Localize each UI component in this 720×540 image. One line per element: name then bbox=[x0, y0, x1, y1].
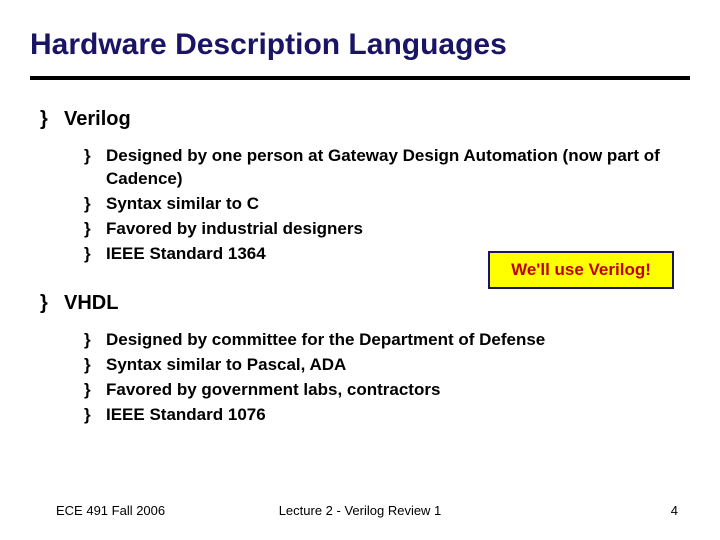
list-item: } Favored by government labs, contractor… bbox=[84, 379, 690, 402]
list-item: } IEEE Standard 1076 bbox=[84, 404, 690, 427]
list-item: } Syntax similar to C bbox=[84, 193, 690, 216]
item-text: Syntax similar to C bbox=[106, 193, 690, 216]
bullet-icon: } bbox=[84, 379, 106, 402]
section-heading-text: VHDL bbox=[64, 292, 118, 315]
item-text: IEEE Standard 1076 bbox=[106, 404, 690, 427]
slide: Hardware Description Languages } Verilog… bbox=[0, 0, 720, 540]
footer-center: Lecture 2 - Verilog Review 1 bbox=[279, 503, 442, 518]
list-item: } Designed by committee for the Departme… bbox=[84, 329, 690, 352]
bullet-icon: } bbox=[84, 193, 106, 216]
callout-text: We'll use Verilog! bbox=[511, 260, 651, 280]
bullet-icon: } bbox=[84, 243, 106, 266]
bullet-icon: } bbox=[84, 145, 106, 168]
bullet-icon: } bbox=[40, 108, 64, 131]
item-text: Designed by committee for the Department… bbox=[106, 329, 690, 352]
bullet-icon: } bbox=[84, 354, 106, 377]
section-heading: } VHDL bbox=[40, 292, 690, 315]
item-text: Designed by one person at Gateway Design… bbox=[106, 145, 690, 191]
item-text: Syntax similar to Pascal, ADA bbox=[106, 354, 690, 377]
slide-title: Hardware Description Languages bbox=[30, 28, 690, 62]
list-item: } Syntax similar to Pascal, ADA bbox=[84, 354, 690, 377]
bullet-icon: } bbox=[40, 292, 64, 315]
title-rule bbox=[30, 76, 690, 80]
list-item: } Designed by one person at Gateway Desi… bbox=[84, 145, 690, 191]
sub-list: } Designed by one person at Gateway Desi… bbox=[40, 145, 690, 266]
bullet-icon: } bbox=[84, 329, 106, 352]
slide-footer: ECE 491 Fall 2006 Lecture 2 - Verilog Re… bbox=[0, 503, 720, 518]
bullet-icon: } bbox=[84, 218, 106, 241]
item-text: Favored by government labs, contractors bbox=[106, 379, 690, 402]
section-vhdl: } VHDL } Designed by committee for the D… bbox=[40, 292, 690, 427]
page-number: 4 bbox=[671, 503, 678, 518]
section-verilog: } Verilog } Designed by one person at Ga… bbox=[40, 108, 690, 266]
callout-box: We'll use Verilog! bbox=[488, 251, 674, 289]
list-item: } Favored by industrial designers bbox=[84, 218, 690, 241]
section-heading: } Verilog bbox=[40, 108, 690, 131]
bullet-icon: } bbox=[84, 404, 106, 427]
sub-list: } Designed by committee for the Departme… bbox=[40, 329, 690, 427]
item-text: Favored by industrial designers bbox=[106, 218, 690, 241]
footer-left: ECE 491 Fall 2006 bbox=[56, 503, 165, 518]
section-heading-text: Verilog bbox=[64, 108, 131, 131]
